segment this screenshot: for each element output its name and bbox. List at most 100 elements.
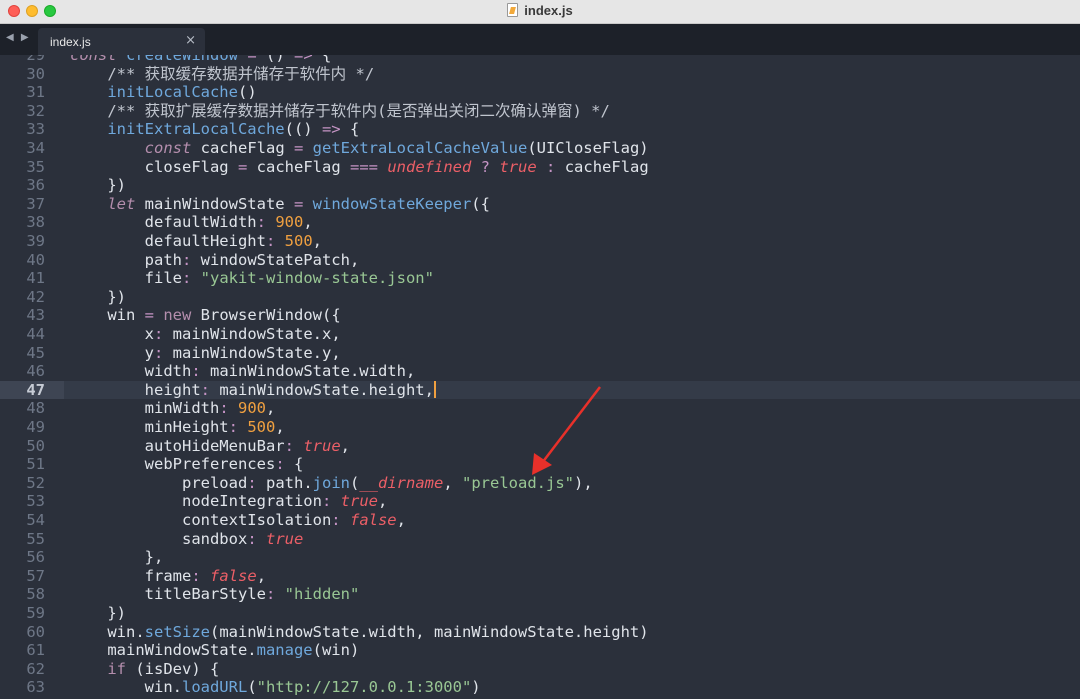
code-line[interactable]: 46 width: mainWindowState.width, [0,362,1080,381]
code-text: initLocalCache() [70,83,256,102]
code-token: ( [349,473,360,492]
code-token: = [247,55,257,64]
code-line[interactable]: 40 path: windowStatePatch, [0,251,1080,270]
code-line[interactable]: 55 sandbox: true [0,530,1080,549]
code-line[interactable]: 33 initExtraLocalCache(() => { [0,120,1080,139]
code-token: true [499,157,537,176]
tab-bar: ◀ ▶ index.js × [0,24,1080,55]
code-token: cacheFlag [555,157,649,176]
code-token: nodeIntegration [70,492,322,511]
code-token: minHeight [70,418,229,436]
code-token: : [265,232,276,250]
code-line[interactable]: 38 defaultWidth: 900, [0,213,1080,232]
code-line[interactable]: 59 }) [0,604,1080,623]
code-line[interactable]: 29 const createWindow = () => { [0,55,1080,65]
code-token: () [256,55,295,64]
code-line[interactable]: 32 /** 获取扩展缓存数据并储存于软件内(是否弹出关闭二次确认弹窗) */ [0,102,1080,121]
code-token: new [163,306,192,325]
tab-close-icon[interactable]: × [185,33,196,48]
code-line[interactable]: 37 let mainWindowState = windowStateKeep… [0,195,1080,214]
code-text: y: mainWindowState.y, [70,344,341,363]
code-text: mainWindowState.manage(win) [70,641,359,660]
code-token: setSize [144,622,210,641]
line-number: 31 [26,83,45,102]
code-token: : [265,585,276,604]
code-text: minHeight: 500, [70,418,285,437]
code-token: === [349,157,378,176]
code-text: win.loadURL("http://127.0.0.1:3000") [70,678,481,697]
code-line[interactable]: 57 frame: false, [0,567,1080,586]
line-number: 30 [26,64,45,83]
code-line[interactable]: 53 nodeIntegration: true, [0,492,1080,511]
code-line[interactable]: 41 file: "yakit-window-state.json" [0,269,1080,288]
code-token: mainWindowState.x, [163,325,341,343]
code-token: sandbox [70,529,248,548]
code-text: minWidth: 900, [70,399,276,418]
code-token: : [219,399,229,418]
code-editor[interactable]: 29 const createWindow = () => {30 /** 获取缓… [0,55,1080,699]
code-token: false [349,511,397,529]
code-line[interactable]: 39 defaultHeight: 500, [0,232,1080,251]
line-number: 47 [26,380,45,399]
code-token: createWindow [126,55,238,64]
code-line[interactable]: 36 }) [0,176,1080,195]
code-line[interactable]: 44 x: mainWindowState.x, [0,325,1080,344]
code-token: : [154,343,164,362]
code-token: 900 [238,399,266,418]
line-number: 29 [26,55,45,64]
tab-nav-arrows-icon[interactable]: ◀ ▶ [6,32,31,43]
code-line[interactable]: 56 }, [0,548,1080,567]
line-number: 53 [26,492,45,511]
code-token: frame [70,566,192,585]
code-line[interactable]: 45 y: mainWindowState.y, [0,344,1080,363]
line-number: 58 [26,585,45,604]
code-line[interactable]: 63 win.loadURL("http://127.0.0.1:3000") [0,678,1080,697]
code-line[interactable]: 43 win = new BrowserWindow({ [0,306,1080,325]
code-token: 900 [275,213,304,232]
code-line[interactable]: 30 /** 获取缓存数据并储存于软件内 */ [0,65,1080,84]
code-token: "yakit-window-state.json" [200,269,434,288]
line-number: 32 [26,101,45,120]
code-token: getExtraLocalCacheValue [312,139,528,157]
code-token: , [340,436,350,455]
tab-index-js[interactable]: index.js × [38,28,205,55]
code-token: { [284,455,304,474]
code-token: const [144,139,192,157]
line-number: 49 [26,418,45,436]
code-text: /** 获取缓存数据并储存于软件内 */ [70,65,374,84]
code-line[interactable]: 60 win.setSize(mainWindowState.width, ma… [0,623,1080,642]
line-number: 50 [26,436,45,455]
line-number: 35 [26,157,45,176]
code-token: width [70,362,192,381]
code-line[interactable]: 31 initLocalCache() [0,83,1080,102]
code-line[interactable]: 62 if (isDev) { [0,660,1080,679]
code-token: initLocalCache [107,83,238,102]
line-number: 38 [26,213,45,232]
code-token: mainWindowState [135,194,294,213]
code-line[interactable]: 61 mainWindowState.manage(win) [0,641,1080,660]
line-number: 56 [26,548,45,567]
code-token: initExtraLocalCache [107,120,285,139]
code-line[interactable]: 35 closeFlag = cacheFlag === undefined ?… [0,158,1080,177]
code-text: path: windowStatePatch, [70,251,360,270]
code-token: : [200,380,210,399]
code-token: height [70,380,201,399]
code-text: webPreferences: { [70,455,304,474]
code-token: }) [70,604,126,622]
code-token: : [191,566,201,585]
code-line[interactable]: 58 titleBarStyle: "hidden" [0,585,1080,604]
code-line[interactable]: 54 contextIsolation: false, [0,511,1080,530]
code-line[interactable]: 42 }) [0,288,1080,307]
code-token: 500 [247,418,276,436]
code-line[interactable]: 34 const cacheFlag = getExtraLocalCacheV… [0,139,1080,158]
